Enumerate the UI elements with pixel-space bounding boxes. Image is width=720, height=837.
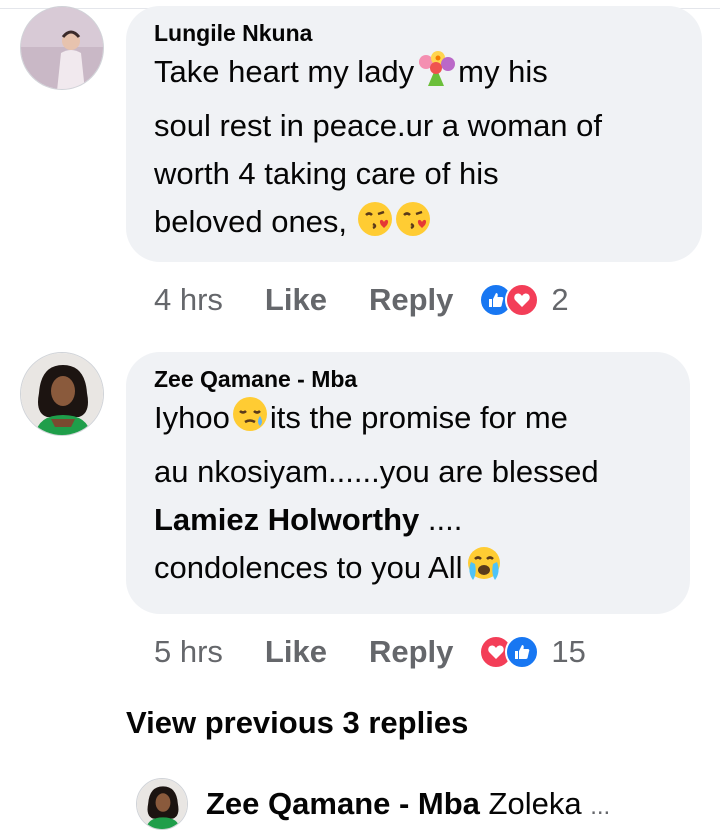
like-button[interactable]: Like <box>265 282 327 318</box>
reactions-summary[interactable] <box>479 635 540 669</box>
comment-bubble: Lungile Nkuna Take heart my lady my his s… <box>126 6 702 262</box>
avatar[interactable] <box>136 778 188 830</box>
view-previous-replies-link[interactable]: View previous 3 replies <box>126 705 468 741</box>
bouquet-emoji-icon <box>414 48 458 102</box>
comment-text: Iyhoo its the promise for me au nkosiyam.… <box>154 394 662 598</box>
reply-preview[interactable]: Zee Qamane - Mba Zoleka ... <box>136 772 720 832</box>
comment-text: Take heart my lady my his soul rest in pe… <box>154 48 674 252</box>
more-ellipsis: ... <box>590 793 611 820</box>
avatar[interactable] <box>20 352 104 436</box>
crying-face-emoji-icon <box>463 544 505 598</box>
reply-button[interactable]: Reply <box>369 282 453 318</box>
like-icon <box>505 635 540 669</box>
comment-author[interactable]: Zee Qamane - Mba <box>154 364 662 394</box>
kissing-face-emoji-icon <box>394 200 432 252</box>
reaction-count[interactable]: 15 <box>551 634 585 670</box>
comment-bubble: Zee Qamane - Mba Iyhoo its the promise fo… <box>126 352 690 614</box>
reply-preview-author[interactable]: Zee Qamane - Mba <box>206 786 480 821</box>
reactions-summary[interactable] <box>479 283 540 317</box>
comment-author[interactable]: Lungile Nkuna <box>154 18 674 48</box>
kissing-face-emoji-icon <box>356 200 394 252</box>
love-icon <box>505 283 540 317</box>
reaction-count[interactable]: 2 <box>551 282 568 318</box>
sleepy-face-emoji-icon <box>230 394 270 448</box>
comment-meta: 4 hrs Like Reply 2 <box>154 280 569 320</box>
avatar[interactable] <box>20 6 104 90</box>
mention-link[interactable]: Lamiez Holworthy <box>154 502 419 537</box>
reply-preview-text: Zee Qamane - Mba Zoleka ... <box>206 786 611 821</box>
comment-timestamp[interactable]: 5 hrs <box>154 634 223 670</box>
comment-timestamp[interactable]: 4 hrs <box>154 282 223 318</box>
like-button[interactable]: Like <box>265 634 327 670</box>
comment-meta: 5 hrs Like Reply 15 <box>154 632 586 672</box>
reply-button[interactable]: Reply <box>369 634 453 670</box>
